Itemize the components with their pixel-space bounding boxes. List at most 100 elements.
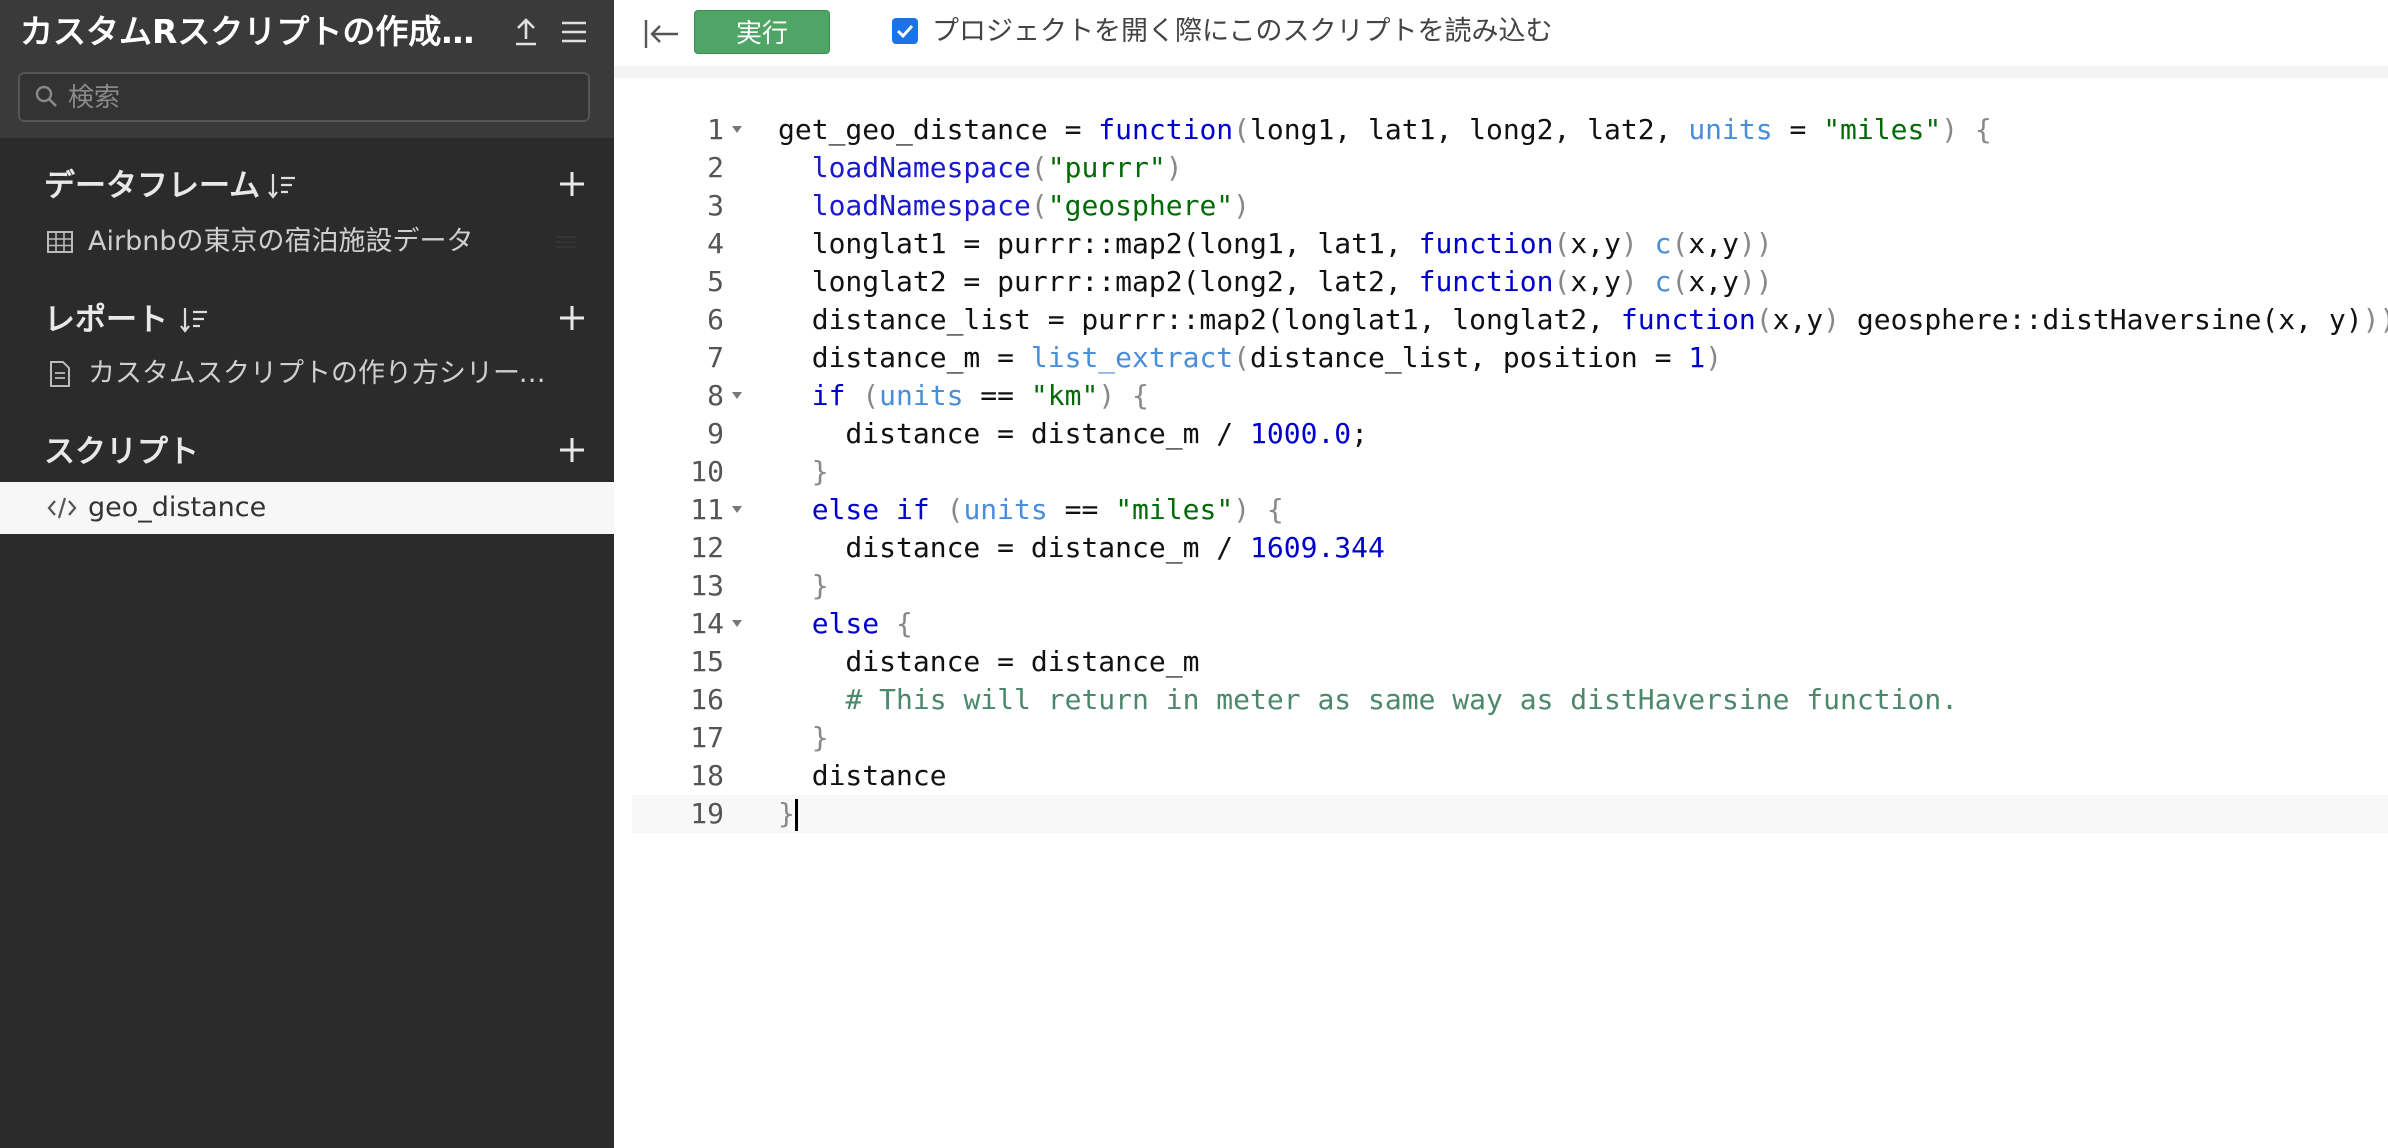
add-dataframe-plus-icon[interactable]: [550, 162, 594, 206]
section-title-scripts: スクリプト: [44, 434, 199, 470]
sidebar-item-dataframe[interactable]: Airbnbの東京の宿泊施設データ: [0, 216, 614, 268]
sort-icon[interactable]: [178, 304, 210, 336]
code-line[interactable]: 12 distance = distance_m / 1609.344: [632, 529, 2388, 567]
sidebar-item-label: Airbnbの東京の宿泊施設データ: [88, 226, 474, 257]
code-line[interactable]: 2 loadNamespace("purrr"): [632, 149, 2388, 187]
line-number: 1: [707, 113, 724, 146]
hamburger-menu-icon[interactable]: [554, 12, 594, 52]
code-line[interactable]: 16 # This will return in meter as same w…: [632, 681, 2388, 719]
code-editor[interactable]: 1 get_geo_distance = function(long1, lat1…: [632, 78, 2388, 1148]
code-line[interactable]: 4 longlat1 = purrr::map2(long1, lat1, fu…: [632, 225, 2388, 263]
sidebar: カスタムRスクリプトの作成シ... データフレーム Airbnbの東京の宿泊施設…: [0, 0, 614, 1148]
editor-toolbar: 実行 プロジェクトを開く際にこのスクリプトを読み込む: [614, 0, 2388, 66]
code-line[interactable]: 15 distance = distance_m: [632, 643, 2388, 681]
collapse-sidebar-icon[interactable]: [640, 14, 684, 54]
document-icon: [50, 361, 70, 387]
line-number: 4: [707, 227, 724, 260]
line-number: 3: [707, 189, 724, 222]
code-line[interactable]: 11 else if (units == "miles") {: [632, 491, 2388, 529]
code-line[interactable]: 10 }: [632, 453, 2388, 491]
fold-arrow-icon[interactable]: [732, 126, 742, 133]
section-title-dataframes: データフレーム: [44, 168, 261, 204]
line-number: 16: [690, 683, 724, 716]
code-text: # This will return in meter as same way …: [845, 683, 1959, 716]
code-line[interactable]: 9 distance = distance_m / 1000.0;: [632, 415, 2388, 453]
search-icon: [35, 85, 57, 107]
code-line[interactable]: 14 else {: [632, 605, 2388, 643]
code-text: distance = distance_m: [778, 645, 1200, 678]
code-text: loadNamespace("geosphere"): [811, 189, 1251, 222]
code-text: }: [811, 455, 829, 488]
code-text: loadNamespace("purrr"): [811, 151, 1183, 184]
fold-arrow-icon[interactable]: [732, 506, 742, 513]
main-panel: 実行 プロジェクトを開く際にこのスクリプトを読み込む 1 get_geo_dist…: [614, 0, 2388, 1148]
code-text: distance = distance_m / 1000.0;: [778, 417, 1369, 450]
run-button[interactable]: 実行: [694, 10, 830, 54]
table-icon: [47, 231, 73, 253]
sidebar-header: カスタムRスクリプトの作成シ...: [0, 0, 614, 138]
sidebar-item-report[interactable]: カスタムスクリプトの作り方シリーズ: ...: [0, 348, 614, 400]
code-line[interactable]: 7 distance_m = list_extract(distance_lis…: [632, 339, 2388, 377]
fold-arrow-icon[interactable]: [732, 392, 742, 399]
drag-handle-icon[interactable]: [554, 234, 578, 250]
line-number: 13: [690, 569, 724, 602]
code-text: distance_list = purrr::map2(longlat1, lo…: [778, 303, 2388, 336]
code-text: distance = distance_m / 1609.344: [778, 531, 1385, 564]
code-text: distance_m = list_extract(distance_list,…: [778, 341, 1723, 374]
code-line[interactable]: 18 distance: [632, 757, 2388, 795]
code-text: get_geo_distance = function(long1, lat1,…: [778, 113, 1992, 146]
code-text: distance: [778, 759, 947, 792]
line-number: 14: [690, 607, 724, 640]
line-number: 17: [690, 721, 724, 754]
text-cursor: [794, 799, 798, 831]
sidebar-item-label: geo_distance: [88, 492, 267, 523]
add-script-plus-icon[interactable]: [550, 428, 594, 472]
line-number: 12: [690, 531, 724, 564]
line-number: 7: [707, 341, 724, 374]
sidebar-item-label: カスタムスクリプトの作り方シリーズ: ...: [88, 358, 568, 389]
code-line[interactable]: 5 longlat2 = purrr::map2(long2, lat2, fu…: [632, 263, 2388, 301]
upload-icon[interactable]: [506, 12, 546, 52]
code-text: longlat2 = purrr::map2(long2, lat2, func…: [778, 265, 1773, 298]
code-text: if (units == "km") {: [811, 379, 1149, 412]
line-number: 15: [690, 645, 724, 678]
code-line[interactable]: 6 distance_list = purrr::map2(longlat1, …: [632, 301, 2388, 339]
code-text: }: [811, 721, 829, 754]
line-number: 5: [707, 265, 724, 298]
editor-top-band: [614, 66, 2388, 78]
line-number: 2: [707, 151, 724, 184]
project-title[interactable]: カスタムRスクリプトの作成シ...: [20, 10, 500, 54]
sidebar-item-script-geo-distance[interactable]: geo_distance: [0, 482, 614, 534]
code-line[interactable]: 17 }: [632, 719, 2388, 757]
sort-icon[interactable]: [266, 170, 298, 202]
code-line[interactable]: 19}: [632, 795, 2388, 833]
code-text: else if (units == "miles") {: [811, 493, 1284, 526]
code-line[interactable]: 13 }: [632, 567, 2388, 605]
code-line[interactable]: 8 if (units == "km") {: [632, 377, 2388, 415]
checkbox-checked[interactable]: [892, 18, 918, 44]
line-number: 9: [707, 417, 724, 450]
line-number: 19: [690, 797, 724, 830]
code-line[interactable]: 1 get_geo_distance = function(long1, lat1…: [632, 111, 2388, 149]
section-reports: レポート: [44, 296, 594, 346]
checkmark-icon: [896, 24, 914, 39]
search-input[interactable]: [66, 80, 570, 116]
code-text: }: [811, 569, 829, 602]
section-scripts: スクリプト: [44, 428, 594, 478]
section-dataframes: データフレーム: [44, 162, 594, 212]
code-text: else {: [811, 607, 913, 640]
fold-arrow-icon[interactable]: [732, 620, 742, 627]
line-number: 6: [707, 303, 724, 336]
line-number: 11: [690, 493, 724, 526]
code-text: }: [778, 795, 798, 833]
code-line[interactable]: 3 loadNamespace("geosphere"): [632, 187, 2388, 225]
section-title-reports: レポート: [44, 302, 168, 338]
code-icon: [47, 497, 77, 519]
code-text: longlat1 = purrr::map2(long1, lat1, func…: [778, 227, 1773, 260]
line-number: 18: [690, 759, 724, 792]
add-report-plus-icon[interactable]: [550, 296, 594, 340]
search-box[interactable]: [18, 72, 590, 122]
line-number: 10: [690, 455, 724, 488]
line-number: 8: [707, 379, 724, 412]
load-on-open-label: プロジェクトを開く際にこのスクリプトを読み込む: [932, 16, 1553, 47]
